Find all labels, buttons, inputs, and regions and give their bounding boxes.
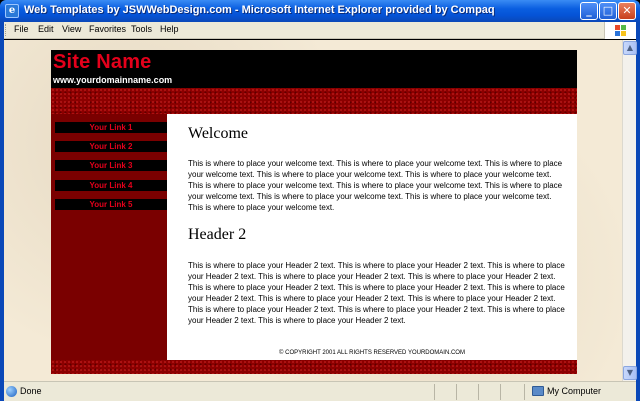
my-computer-icon bbox=[532, 386, 544, 396]
scroll-up-button[interactable]: ▲ bbox=[623, 41, 637, 55]
nav-link-3[interactable]: Your Link 3 bbox=[55, 160, 167, 171]
windows-flag-icon bbox=[604, 22, 636, 39]
window-title: Web Templates by JSWWebDesign.com - Micr… bbox=[24, 4, 495, 16]
sidebar-nav: Your Link 1 Your Link 2 Your Link 3 Your… bbox=[51, 114, 167, 362]
site-url: www.yourdomainname.com bbox=[53, 75, 173, 85]
status-divider bbox=[478, 384, 479, 400]
main-content: Welcome This is where to place your welc… bbox=[167, 114, 577, 360]
header2-text: This is where to place your Header 2 tex… bbox=[188, 261, 565, 325]
web-page: Site Name www.yourdomainname.com Your Li… bbox=[51, 50, 577, 374]
copyright-notice: © COPYRIGHT 2001 ALL RIGHTS RESERVED YOU… bbox=[279, 350, 465, 356]
title-bar: e Web Templates by JSWWebDesign.com - Mi… bbox=[0, 0, 640, 22]
browser-viewport[interactable]: Site Name www.yourdomainname.com Your Li… bbox=[4, 40, 622, 381]
welcome-text: This is where to place your welcome text… bbox=[188, 159, 563, 212]
menu-favorites[interactable]: Favorites bbox=[89, 24, 126, 34]
welcome-heading: Welcome bbox=[188, 125, 249, 142]
window-border-right bbox=[636, 22, 640, 401]
page-done-icon bbox=[6, 386, 17, 397]
nav-link-4[interactable]: Your Link 4 bbox=[55, 180, 167, 191]
status-divider bbox=[434, 384, 435, 400]
menu-view[interactable]: View bbox=[62, 24, 81, 34]
menu-file[interactable]: File bbox=[14, 24, 29, 34]
status-divider bbox=[524, 384, 525, 400]
close-button[interactable]: ✕ bbox=[618, 2, 636, 20]
site-name: Site Name bbox=[53, 51, 152, 73]
nav-link-2[interactable]: Your Link 2 bbox=[55, 141, 167, 152]
internet-explorer-icon[interactable]: e bbox=[5, 4, 19, 18]
nav-link-5[interactable]: Your Link 5 bbox=[55, 199, 167, 210]
status-divider bbox=[500, 384, 501, 400]
maximize-button[interactable]: □ bbox=[599, 2, 617, 20]
menu-bar: File Edit View Favorites Tools Help bbox=[0, 22, 640, 39]
menu-tools[interactable]: Tools bbox=[131, 24, 152, 34]
security-zone-label: My Computer bbox=[547, 386, 602, 396]
scroll-down-button[interactable]: ▼ bbox=[623, 366, 637, 380]
vertical-scrollbar[interactable]: ▲ ▼ bbox=[622, 40, 637, 381]
minimize-button[interactable]: _ bbox=[580, 2, 598, 20]
header-texture-band bbox=[51, 88, 577, 114]
header2-heading: Header 2 bbox=[188, 226, 247, 243]
status-text: Done bbox=[20, 386, 42, 396]
nav-link-1[interactable]: Your Link 1 bbox=[55, 122, 167, 133]
site-header: Site Name www.yourdomainname.com bbox=[51, 50, 577, 88]
menu-edit[interactable]: Edit bbox=[38, 24, 54, 34]
footer-texture-band bbox=[51, 360, 577, 374]
menu-help[interactable]: Help bbox=[160, 24, 179, 34]
status-bar: Done My Computer bbox=[4, 381, 636, 401]
status-divider bbox=[456, 384, 457, 400]
